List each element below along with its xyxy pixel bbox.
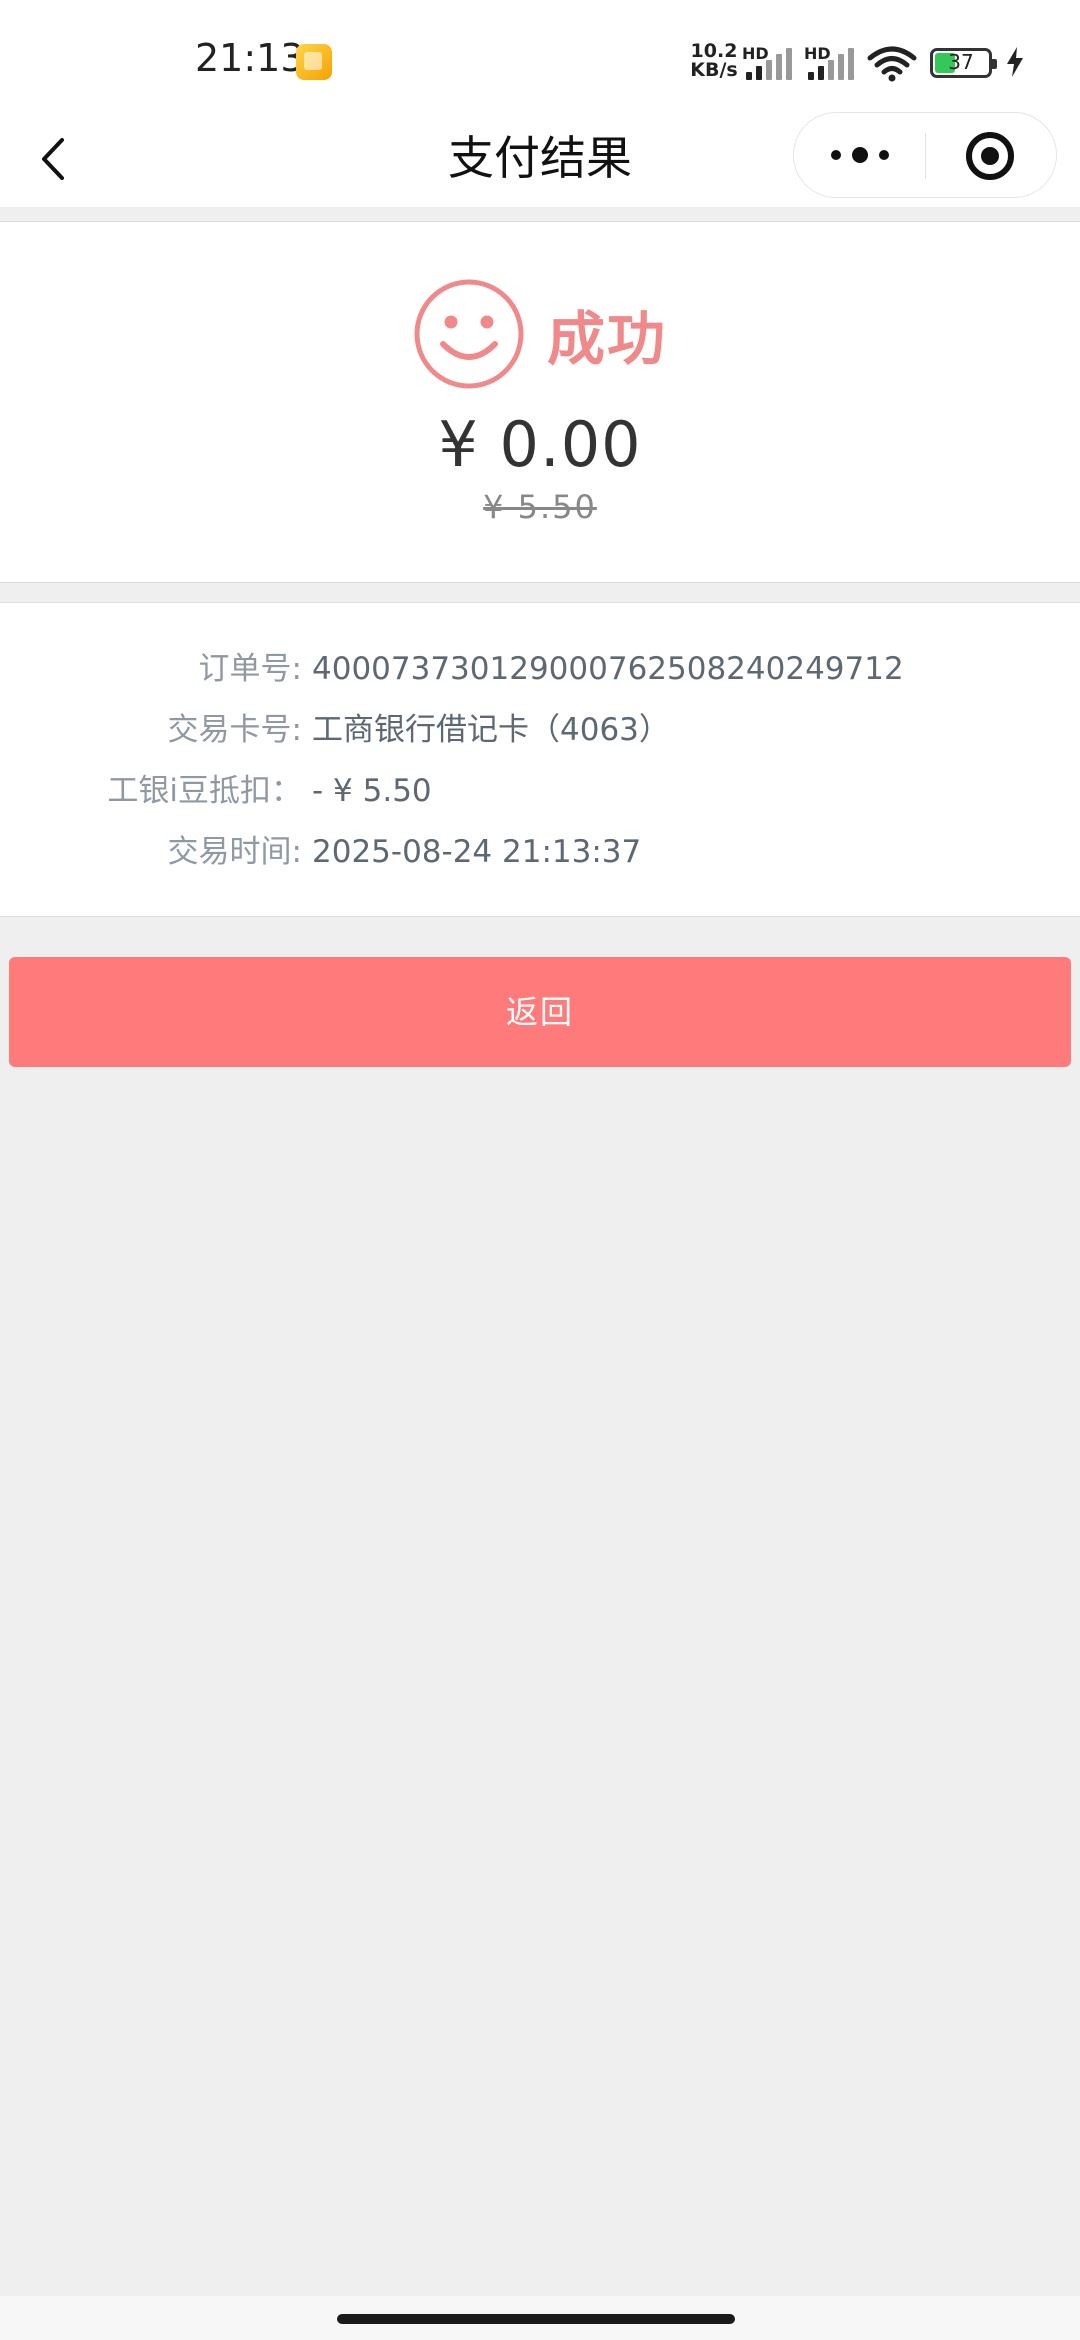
- charging-bolt-icon: [1007, 47, 1023, 77]
- sim2-signal-icon: HD: [804, 44, 866, 80]
- more-options-icon[interactable]: [822, 126, 898, 184]
- smiley-icon: [414, 279, 524, 389]
- battery-icon: 37: [930, 48, 997, 78]
- detail-row-order-number: 订单号: 400073730129000762508240249712: [0, 639, 1080, 699]
- wifi-icon: [867, 46, 917, 82]
- detail-value: - ¥ 5.50: [312, 773, 432, 809]
- original-amount: ¥ 5.50: [483, 488, 597, 526]
- return-button[interactable]: 返回: [9, 957, 1071, 1067]
- sim2-hd-label: HD: [804, 44, 831, 63]
- battery-level: 37: [948, 50, 974, 74]
- gesture-area: [0, 2296, 1080, 2340]
- payment-result-card: 成功 ¥ 0.00 ¥ 5.50: [0, 221, 1080, 583]
- nav-bar: 支付结果: [0, 112, 1080, 207]
- detail-row-beans-deduction: 工银i豆抵扣： - ¥ 5.50: [0, 761, 1080, 821]
- sim1-signal-icon: HD: [742, 44, 804, 80]
- detail-row-transaction-time: 交易时间: 2025-08-24 21:13:37: [0, 822, 1080, 882]
- gallery-notification-icon: [296, 44, 332, 80]
- status-time: 21:13: [195, 36, 305, 80]
- transaction-details-card: 订单号: 400073730129000762508240249712 交易卡号…: [0, 602, 1080, 917]
- home-indicator[interactable]: [337, 2314, 735, 2324]
- status-bar: 21:13 10.2 KB/s HD HD 37: [0, 0, 1080, 112]
- result-status: 成功: [0, 278, 1080, 390]
- status-text: 成功: [546, 305, 667, 373]
- capsule-divider: [925, 133, 926, 179]
- network-speed: 10.2 KB/s: [690, 42, 738, 80]
- detail-label: 交易时间:: [167, 834, 302, 870]
- detail-row-card-number: 交易卡号: 工商银行借记卡（4063）: [0, 700, 1080, 760]
- close-mini-program-icon[interactable]: [964, 130, 1016, 182]
- detail-label: 订单号:: [198, 651, 302, 687]
- detail-label: 工银i豆抵扣：: [107, 773, 302, 809]
- paid-amount: ¥ 0.00: [438, 408, 642, 481]
- detail-value: 2025-08-24 21:13:37: [312, 834, 642, 870]
- detail-value: 400073730129000762508240249712: [312, 651, 904, 687]
- network-speed-unit: KB/s: [690, 59, 738, 81]
- detail-value: 工商银行借记卡（4063）: [312, 712, 670, 748]
- mini-program-capsule: [793, 112, 1057, 198]
- sim1-hd-label: HD: [742, 44, 769, 63]
- detail-label: 交易卡号:: [167, 712, 302, 748]
